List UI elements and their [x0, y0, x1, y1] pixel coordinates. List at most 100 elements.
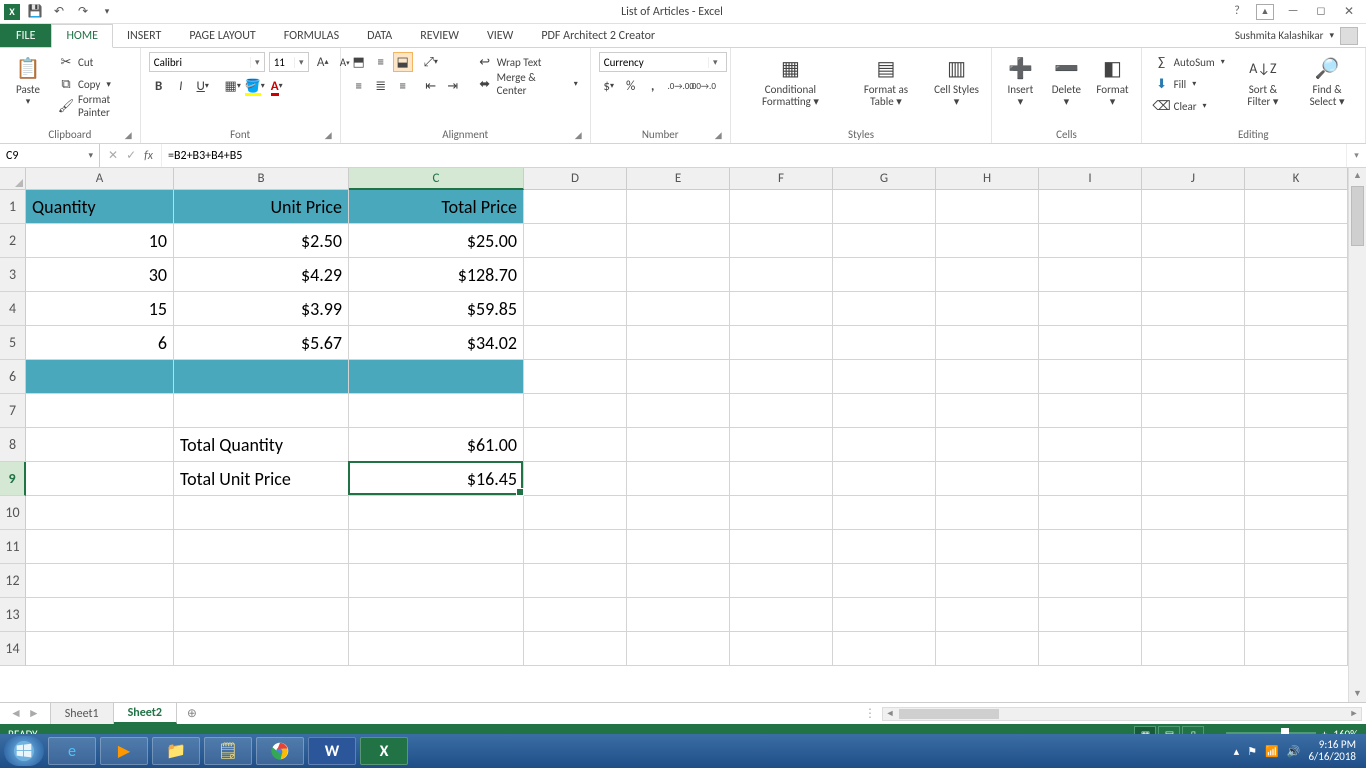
- align-right-button[interactable]: ≡: [393, 76, 413, 96]
- cell-J4[interactable]: [1142, 292, 1245, 326]
- tab-insert[interactable]: INSERT: [113, 24, 175, 47]
- chevron-down-icon[interactable]: ▾: [250, 57, 264, 68]
- cell-H1[interactable]: [936, 190, 1039, 224]
- cell-C1[interactable]: Total Price: [349, 190, 524, 224]
- cell-J3[interactable]: [1142, 258, 1245, 292]
- tab-review[interactable]: REVIEW: [406, 24, 473, 47]
- vertical-scrollbar[interactable]: ▲ ▼: [1348, 168, 1366, 702]
- conditional-formatting-button[interactable]: ▦Conditional Formatting ▾: [739, 52, 842, 110]
- column-header-E[interactable]: E: [627, 168, 730, 190]
- cell-J8[interactable]: [1142, 428, 1245, 462]
- cell-E3[interactable]: [627, 258, 730, 292]
- cell-D12[interactable]: [524, 564, 627, 598]
- row-header-13[interactable]: 13: [0, 598, 26, 632]
- cell-C10[interactable]: [349, 496, 524, 530]
- cell-C7[interactable]: [349, 394, 524, 428]
- decrease-decimal-button[interactable]: .00→.0: [693, 76, 713, 96]
- cell-E2[interactable]: [627, 224, 730, 258]
- cell-C3[interactable]: $128.70: [349, 258, 524, 292]
- alignment-launcher[interactable]: ◢: [575, 130, 582, 141]
- cell-I2[interactable]: [1039, 224, 1142, 258]
- cell-I14[interactable]: [1039, 632, 1142, 666]
- tab-view[interactable]: VIEW: [473, 24, 527, 47]
- sort-filter-button[interactable]: A↓ZSort & Filter ▾: [1235, 52, 1291, 110]
- cell-F8[interactable]: [730, 428, 833, 462]
- cell-H3[interactable]: [936, 258, 1039, 292]
- number-launcher[interactable]: ◢: [715, 130, 722, 141]
- hscroll-thumb[interactable]: [899, 709, 999, 719]
- minimize-button[interactable]: —: [1284, 4, 1302, 20]
- row-header-10[interactable]: 10: [0, 496, 26, 530]
- cell-G12[interactable]: [833, 564, 936, 598]
- cell-B4[interactable]: $3.99: [174, 292, 349, 326]
- cell-D4[interactable]: [524, 292, 627, 326]
- font-size-combo[interactable]: ▾: [269, 52, 309, 72]
- merge-center-button[interactable]: ⬌Merge & Center▾: [473, 74, 582, 94]
- cell-I7[interactable]: [1039, 394, 1142, 428]
- cell-K10[interactable]: [1245, 496, 1348, 530]
- cell-D8[interactable]: [524, 428, 627, 462]
- taskbar-excel-button[interactable]: X: [360, 737, 408, 765]
- format-painter-button[interactable]: 🖌Format Painter: [54, 96, 132, 116]
- cell-D3[interactable]: [524, 258, 627, 292]
- cell-K4[interactable]: [1245, 292, 1348, 326]
- cell-K13[interactable]: [1245, 598, 1348, 632]
- cell-I11[interactable]: [1039, 530, 1142, 564]
- row-header-5[interactable]: 5: [0, 326, 26, 360]
- row-header-1[interactable]: 1: [0, 190, 26, 224]
- cell-K14[interactable]: [1245, 632, 1348, 666]
- column-header-F[interactable]: F: [730, 168, 833, 190]
- cell-H6[interactable]: [936, 360, 1039, 394]
- cell-G7[interactable]: [833, 394, 936, 428]
- cell-J10[interactable]: [1142, 496, 1245, 530]
- font-color-button[interactable]: A▾: [267, 76, 287, 96]
- align-left-button[interactable]: ≡: [349, 76, 369, 96]
- tab-page-layout[interactable]: PAGE LAYOUT: [175, 24, 269, 47]
- cells-area[interactable]: QuantityUnit PriceTotal Price10$2.50$25.…: [26, 190, 1348, 666]
- chevron-down-icon[interactable]: ▾: [294, 57, 308, 68]
- cell-C9[interactable]: $16.45: [349, 462, 524, 496]
- cell-K11[interactable]: [1245, 530, 1348, 564]
- cell-H2[interactable]: [936, 224, 1039, 258]
- cell-E13[interactable]: [627, 598, 730, 632]
- cell-C4[interactable]: $59.85: [349, 292, 524, 326]
- cell-G2[interactable]: [833, 224, 936, 258]
- cell-A9[interactable]: [26, 462, 174, 496]
- cell-A7[interactable]: [26, 394, 174, 428]
- align-bottom-button[interactable]: ⬓: [393, 52, 413, 72]
- cell-B7[interactable]: [174, 394, 349, 428]
- tab-formulas[interactable]: FORMULAS: [270, 24, 353, 47]
- cell-K3[interactable]: [1245, 258, 1348, 292]
- cell-A8[interactable]: [26, 428, 174, 462]
- cell-G1[interactable]: [833, 190, 936, 224]
- cell-I10[interactable]: [1039, 496, 1142, 530]
- cell-C13[interactable]: [349, 598, 524, 632]
- cell-I13[interactable]: [1039, 598, 1142, 632]
- cell-H4[interactable]: [936, 292, 1039, 326]
- cell-A11[interactable]: [26, 530, 174, 564]
- cell-F14[interactable]: [730, 632, 833, 666]
- cell-F9[interactable]: [730, 462, 833, 496]
- horizontal-scrollbar[interactable]: ⋮ ◄ ►: [207, 703, 1366, 724]
- save-button[interactable]: 💾: [26, 3, 44, 21]
- redo-button[interactable]: ↷: [74, 3, 92, 21]
- cell-D6[interactable]: [524, 360, 627, 394]
- cell-J13[interactable]: [1142, 598, 1245, 632]
- tab-home[interactable]: HOME: [51, 24, 113, 48]
- name-box-input[interactable]: [6, 149, 76, 163]
- network-icon[interactable]: 📶: [1265, 745, 1279, 758]
- column-header-B[interactable]: B: [174, 168, 349, 190]
- cell-G4[interactable]: [833, 292, 936, 326]
- cell-H11[interactable]: [936, 530, 1039, 564]
- cell-C8[interactable]: $61.00: [349, 428, 524, 462]
- sheet-tab-2[interactable]: Sheet2: [114, 703, 177, 724]
- cell-E14[interactable]: [627, 632, 730, 666]
- cell-H14[interactable]: [936, 632, 1039, 666]
- cell-F6[interactable]: [730, 360, 833, 394]
- cell-D7[interactable]: [524, 394, 627, 428]
- cell-E5[interactable]: [627, 326, 730, 360]
- file-tab[interactable]: FILE: [0, 24, 51, 47]
- underline-button[interactable]: U▾: [193, 76, 213, 96]
- cell-E7[interactable]: [627, 394, 730, 428]
- cell-I9[interactable]: [1039, 462, 1142, 496]
